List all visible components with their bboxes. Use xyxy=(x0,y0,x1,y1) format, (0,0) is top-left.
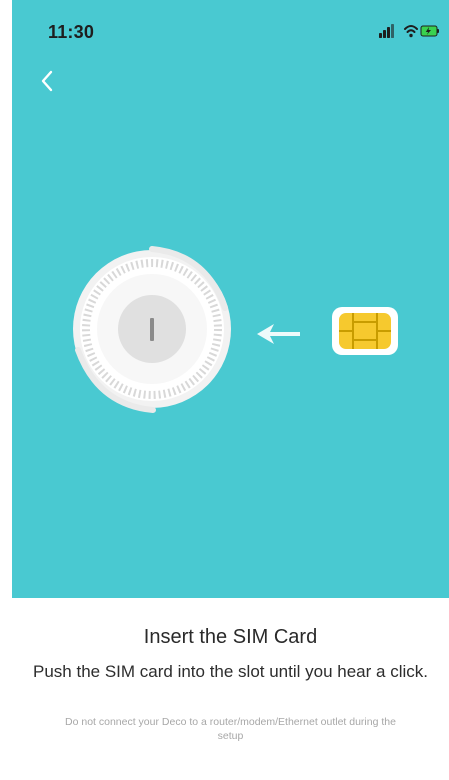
setup-note: Do not connect your Deco to a router/mod… xyxy=(65,716,396,742)
instruction-text: Push the SIM card into the slot until yo… xyxy=(33,662,428,681)
instruction-content: Insert the SIM Card Push the SIM card in… xyxy=(12,598,449,780)
page-title: Insert the SIM Card xyxy=(143,626,318,648)
insert-sim-screen: 11:30 Insert the SIM Card Push the SIM c… xyxy=(12,0,449,780)
arrow-left-icon xyxy=(257,324,300,344)
sim-insert-illustration xyxy=(73,246,398,413)
sim-card-icon xyxy=(332,307,398,355)
hero-section: 11:30 xyxy=(12,0,449,598)
deco-device-icon xyxy=(73,246,231,413)
